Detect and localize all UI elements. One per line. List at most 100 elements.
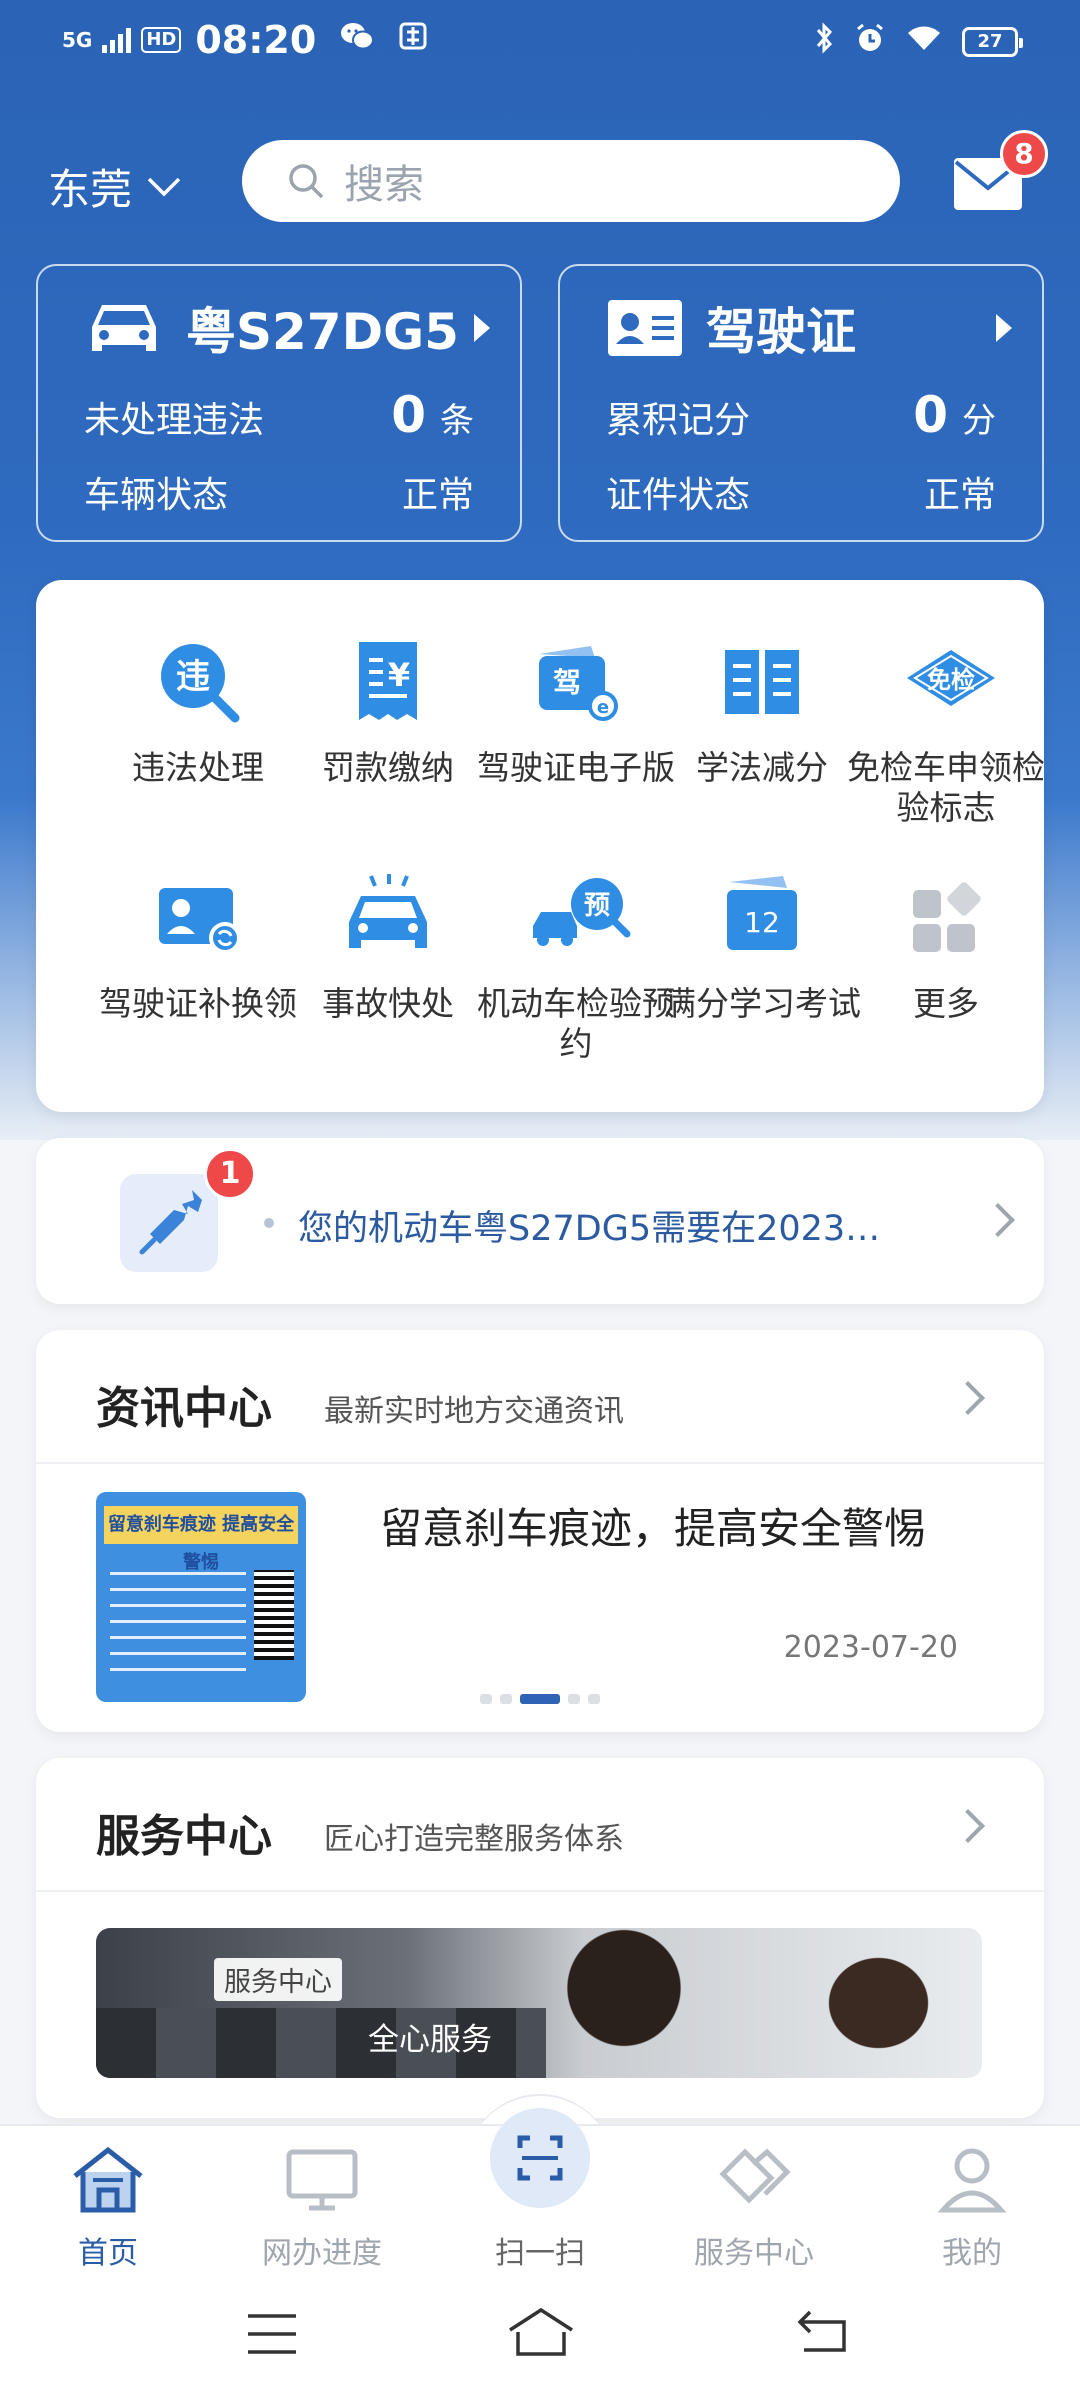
car-icon <box>92 305 156 351</box>
chevron-right-icon <box>951 1381 985 1415</box>
banner-agent-2 <box>796 1928 946 2078</box>
city-name: 东莞 <box>48 165 133 214</box>
signal-icon <box>102 27 132 53</box>
service-inspection-appointment[interactable]: 预 机动车检验预约 <box>476 872 676 1064</box>
wifi-icon <box>906 24 942 60</box>
service-more[interactable]: 更多 <box>846 872 1046 1024</box>
license-replace-icon <box>159 888 241 954</box>
thumbnail-caption: 留意刹车痕迹 提高安全警惕 <box>104 1506 298 1573</box>
section-subtitle: 匠心打造完整服务体系 <box>324 1822 624 1857</box>
tab-label: 我的 <box>942 2236 1002 2271</box>
service-label: 机动车检验预约 <box>477 984 675 1063</box>
top-bar: 东莞 搜索 8 <box>0 130 1080 228</box>
violation-icon: 违 <box>161 644 240 723</box>
appointment-glyph: 预 <box>584 891 610 921</box>
tab-label: 网办进度 <box>262 2236 382 2271</box>
section-title: 资讯中心 <box>96 1383 272 1434</box>
calendar-exam-icon: 12 <box>727 876 797 950</box>
service-label: 学法减分 <box>696 748 828 787</box>
points-value: 0 <box>913 386 948 444</box>
service-label: 满分学习考试 <box>663 984 861 1023</box>
vehicle-status-label: 车辆状态 <box>84 475 229 516</box>
yen-glyph: ¥ <box>388 656 410 694</box>
chevron-right-icon <box>996 314 1012 342</box>
chevron-right-icon <box>474 314 490 342</box>
e-license-icon: 驾e <box>539 646 618 721</box>
service-fine-payment[interactable]: ¥ 罚款缴纳 <box>288 636 488 788</box>
calendar-glyph: 12 <box>744 906 780 939</box>
news-article-title[interactable]: 留意刹车痕迹，提高安全警惕 <box>380 1500 980 1558</box>
plate-number: 粤S27DG5 <box>186 303 459 361</box>
service-section: 服务中心 匠心打造完整服务体系 服务中心 全心服务 <box>36 1758 1044 2118</box>
inspection-appointment-icon: 预 <box>533 878 631 946</box>
status-bar: 5G HD 08:20 27 <box>0 0 1080 90</box>
notice-card[interactable]: 1 您的机动车粤S27DG5需要在2023… <box>36 1138 1044 1304</box>
bluetooth-icon <box>814 22 834 62</box>
service-section-header[interactable]: 服务中心 匠心打造完整服务体系 <box>36 1758 1044 1892</box>
battery-icon: 27 <box>962 27 1023 57</box>
points-unit: 分 <box>962 401 996 441</box>
service-violation[interactable]: 违 违法处理 <box>98 636 298 788</box>
tab-label: 服务中心 <box>694 2236 814 2271</box>
vehicle-status-value: 正常 <box>401 475 474 516</box>
tab-home[interactable]: 首页 <box>8 2144 208 2272</box>
fine-receipt-icon: ¥ <box>359 642 417 720</box>
network-type: 5G <box>62 28 93 52</box>
service-e-license[interactable]: 驾e 驾驶证电子版 <box>476 636 676 788</box>
service-exempt-inspection[interactable]: 免检 免检车申领检验标志 <box>846 636 1046 828</box>
service-accident[interactable]: 事故快处 <box>288 872 488 1024</box>
points-label: 累积记分 <box>606 400 751 441</box>
search-placeholder: 搜索 <box>344 162 424 208</box>
service-full-score-exam[interactable]: 12 满分学习考试 <box>662 872 862 1024</box>
message-button[interactable]: 8 <box>952 130 1048 212</box>
license-glyph: 驾 <box>553 666 581 699</box>
license-card[interactable]: 驾驶证 累积记分 0分 证件状态 正常 <box>558 264 1044 542</box>
tab-progress[interactable]: 网办进度 <box>222 2144 422 2272</box>
service-study-deduction[interactable]: 学法减分 <box>662 636 862 788</box>
services-grid: 违 违法处理 ¥ 罚款缴纳 驾e 驾驶证电子版 学法减分 免检 免检车申领检验标… <box>36 580 1046 1112</box>
service-license-replace[interactable]: 驾驶证补换领 <box>98 872 298 1024</box>
violation-count-label: 未处理违法 <box>84 400 265 441</box>
clock: 08:20 <box>195 18 317 62</box>
scan-button[interactable] <box>490 2108 590 2208</box>
qr-code-icon <box>254 1570 294 1660</box>
exempt-inspection-icon: 免检 <box>907 650 995 706</box>
handshake-icon <box>719 2148 791 2204</box>
service-label: 驾驶证补换领 <box>99 984 297 1023</box>
back-icon[interactable] <box>796 2308 848 2354</box>
violation-count: 0 <box>391 386 426 444</box>
home-nav-icon[interactable] <box>506 2306 576 2358</box>
monitor-icon <box>286 2149 358 2211</box>
svg-text:e: e <box>597 697 609 718</box>
tab-mine[interactable]: 我的 <box>872 2144 1072 2272</box>
menu-icon[interactable] <box>246 2312 298 2356</box>
search-icon <box>289 164 324 199</box>
service-label: 免检车申领检验标志 <box>847 748 1045 827</box>
user-icon <box>937 2148 1007 2213</box>
banner-tag: 服务中心 <box>214 1958 342 2001</box>
service-label: 违法处理 <box>132 748 264 787</box>
service-banner[interactable]: 服务中心 全心服务 <box>96 1928 982 2078</box>
news-section: 资讯中心 最新实时地方交通资讯 留意刹车痕迹 提高安全警惕 留意刹车痕迹，提高安… <box>36 1330 1044 1732</box>
violation-unit: 条 <box>440 401 474 441</box>
city-selector[interactable]: 东莞 <box>48 156 182 217</box>
bullet-dot <box>264 1218 274 1228</box>
tab-service-center[interactable]: 服务中心 <box>654 2144 854 2272</box>
vehicle-card[interactable]: 粤S27DG5 未处理违法 0条 车辆状态 正常 <box>36 264 522 542</box>
thumbnail-text-lines <box>110 1572 246 1672</box>
exempt-glyph: 免检 <box>927 666 975 694</box>
section-title: 服务中心 <box>96 1811 272 1862</box>
news-date: 2023-07-20 <box>783 1630 958 1665</box>
license-status-label: 证件状态 <box>606 475 751 516</box>
banner-agent-1 <box>536 1928 696 2078</box>
service-label: 更多 <box>913 984 979 1023</box>
service-label: 事故快处 <box>322 984 454 1023</box>
news-section-header[interactable]: 资讯中心 最新实时地方交通资讯 <box>36 1330 1044 1464</box>
search-bar[interactable]: 搜索 <box>242 140 900 222</box>
violation-glyph: 违 <box>176 657 210 697</box>
license-title: 驾驶证 <box>706 303 856 361</box>
app-notification-icon <box>398 21 428 59</box>
news-thumbnail[interactable]: 留意刹车痕迹 提高安全警惕 <box>96 1492 306 1702</box>
chevron-right-icon <box>951 1809 985 1843</box>
service-label: 罚款缴纳 <box>322 748 454 787</box>
